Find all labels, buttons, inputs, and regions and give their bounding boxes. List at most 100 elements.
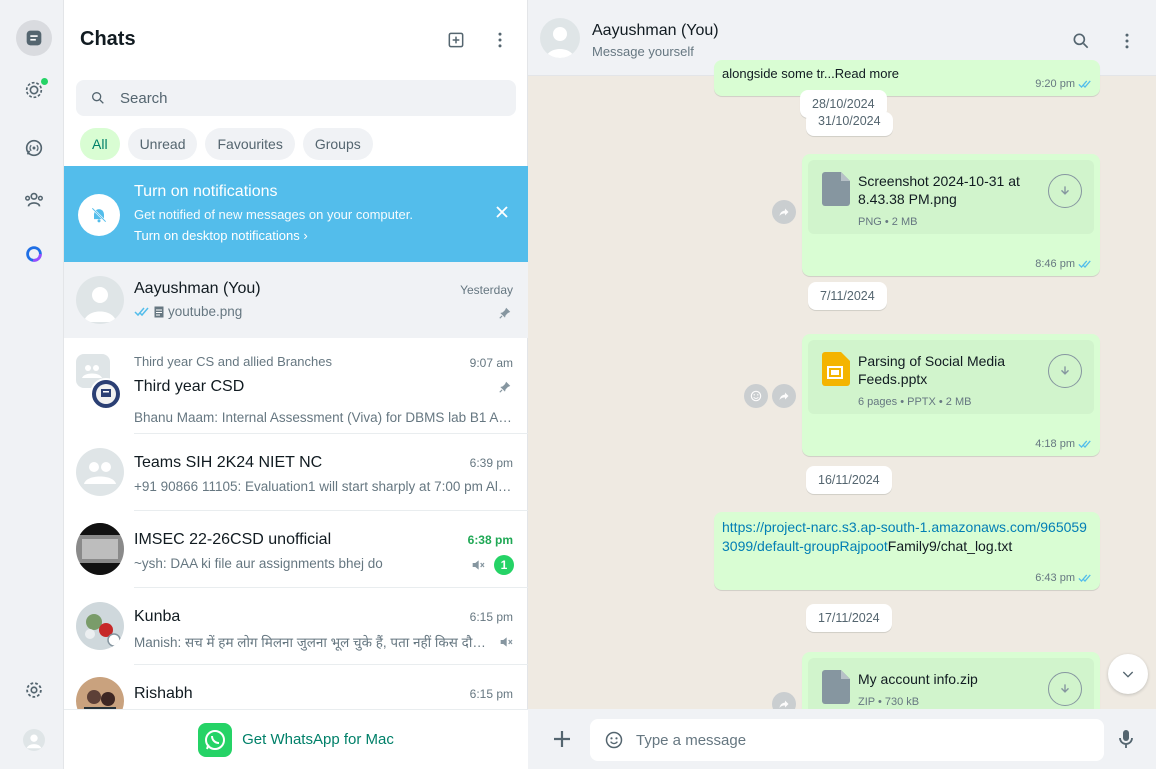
chat-row-imsec[interactable]: IMSEC 22-26CSD unofficial 6:38 pm ~ysh: … — [64, 511, 528, 588]
download-icon[interactable] — [1048, 354, 1082, 388]
avatar — [76, 276, 124, 324]
file-message[interactable]: Parsing of Social Media Feeds.pptx 6 pag… — [802, 334, 1100, 456]
double-check-icon — [134, 307, 149, 317]
pin-icon — [499, 381, 511, 393]
close-icon[interactable] — [492, 202, 512, 222]
pin-icon — [499, 307, 511, 319]
chat-preview: ~ysh: DAA ki file aur assignments bhej d… — [134, 556, 383, 571]
profile-icon[interactable] — [16, 722, 52, 758]
chat-name: Third year CSD — [134, 378, 245, 395]
link-message[interactable]: https://project-narc.s3.ap-south-1.amazo… — [714, 512, 1100, 590]
status-unread-dot — [41, 78, 48, 85]
chat-row-aayushman[interactable]: Aayushman (You) Yesterday youtube.png — [64, 262, 528, 338]
status-icon[interactable] — [16, 72, 52, 108]
chat-row-third-year-csd[interactable]: Third year CS and allied Branches 9:07 a… — [64, 338, 528, 434]
communities-icon[interactable] — [16, 182, 52, 218]
search-icon[interactable] — [1070, 30, 1092, 52]
chat-list-header: Chats — [64, 0, 528, 76]
file-meta: ZIP • 730 kB — [858, 696, 920, 708]
sticker-icon[interactable] — [604, 730, 624, 750]
new-chat-icon[interactable] — [444, 28, 468, 52]
filter-unread[interactable]: Unread — [127, 128, 198, 160]
file-name: My account info.zip — [858, 671, 978, 687]
chat-name: Teams SIH 2K24 NIET NC — [134, 454, 323, 471]
search-input[interactable] — [120, 89, 480, 107]
file-name: Parsing of Social Media Feeds.pptx — [858, 353, 1006, 387]
chat-preview-text: youtube.png — [168, 304, 243, 319]
unread-badge: 1 — [494, 555, 514, 575]
muted-speaker-icon — [472, 560, 485, 570]
enable-notifications-link[interactable]: Turn on desktop notifications › — [134, 228, 308, 243]
menu-icon[interactable] — [1116, 30, 1138, 52]
forward-icon[interactable] — [772, 384, 796, 408]
react-emoji-icon[interactable] — [744, 384, 768, 408]
double-check-icon — [1078, 574, 1091, 583]
download-icon[interactable] — [1048, 672, 1082, 706]
message-time: 8:46 pm — [1035, 258, 1092, 270]
double-check-icon — [1078, 440, 1091, 449]
file-card[interactable]: Screenshot 2024-10-31 at 8.43.38 PM.png … — [808, 160, 1094, 234]
avatar — [76, 677, 124, 709]
message-input[interactable] — [636, 731, 1076, 749]
message-text: https://project-narc.s3.ap-south-1.amazo… — [722, 518, 1092, 556]
chat-preview: youtube.png — [134, 304, 514, 319]
document-icon — [822, 172, 850, 206]
avatar — [76, 602, 124, 650]
muted-speaker-icon — [500, 637, 513, 647]
notification-title: Turn on notifications — [134, 183, 278, 200]
community-name: Third year CS and allied Branches — [134, 354, 332, 369]
chats-icon[interactable] — [16, 20, 52, 56]
notification-banner[interactable]: Turn on notifications Get notified of ne… — [64, 166, 528, 262]
file-name: Screenshot 2024-10-31 at 8.43.38 PM.png — [858, 173, 1020, 207]
slides-icon — [822, 352, 850, 386]
document-icon — [154, 306, 164, 317]
date-separator: 17/11/2024 — [806, 604, 892, 632]
page-title: Chats — [80, 28, 136, 50]
message-bubble[interactable]: alongside some tr...Read more 9:20 pm — [714, 60, 1100, 96]
forward-icon[interactable] — [772, 200, 796, 224]
contact-name: Aayushman (You) — [592, 22, 719, 39]
chat-row-rishabh[interactable]: Rishabh 6:15 pm — [64, 665, 528, 709]
chevron-down-icon — [1122, 671, 1134, 678]
contact-avatar[interactable] — [540, 18, 580, 58]
filter-favourites[interactable]: Favourites — [205, 128, 295, 160]
date-separator: 7/11/2024 — [808, 282, 887, 310]
chat-preview: Manish: सच में हम लोग मिलना जुलना भूल चु… — [134, 635, 486, 650]
settings-icon[interactable] — [16, 672, 52, 708]
file-message[interactable]: Screenshot 2024-10-31 at 8.43.38 PM.png … — [802, 154, 1100, 276]
microphone-icon[interactable] — [1114, 727, 1138, 751]
file-meta: 6 pages • PPTX • 2 MB — [858, 396, 972, 408]
chat-time: 6:39 pm — [469, 456, 513, 470]
meta-ai-icon[interactable] — [16, 236, 52, 272]
message-input-box — [590, 719, 1104, 761]
search-bar — [76, 80, 516, 116]
chat-filters: All Unread Favourites Groups — [80, 128, 373, 160]
get-whatsapp-mac-link[interactable]: Get WhatsApp for Mac — [242, 731, 394, 748]
date-separator: 16/11/2024 — [806, 466, 892, 494]
whatsapp-logo-icon — [198, 722, 233, 757]
download-icon[interactable] — [1048, 174, 1082, 208]
get-whatsapp-mac-banner[interactable]: Get WhatsApp for Mac — [64, 709, 528, 769]
chat-time: 6:15 pm — [469, 610, 513, 624]
chat-time: 6:15 pm — [469, 687, 513, 701]
chat-name: Rishabh — [134, 685, 193, 702]
message-time: 4:18 pm — [1035, 438, 1092, 450]
conversation-panel: Aayushman (You) Message yourself alongsi… — [528, 0, 1156, 769]
double-check-icon — [1078, 260, 1091, 269]
menu-icon[interactable] — [488, 28, 512, 52]
muted-bell-icon — [78, 194, 120, 236]
message-time: 6:43 pm — [1035, 572, 1092, 584]
chat-list-panel: Chats All Unread Favourites Groups Turn … — [64, 0, 528, 769]
message-time: 9:20 pm — [1035, 78, 1092, 90]
channels-icon[interactable] — [16, 130, 52, 166]
chat-row-teams-sih[interactable]: Teams SIH 2K24 NIET NC 6:39 pm +91 90866… — [64, 434, 528, 511]
date-separator: 31/10/2024 — [806, 112, 893, 136]
attach-plus-icon[interactable] — [550, 727, 574, 751]
filter-groups[interactable]: Groups — [302, 128, 373, 160]
file-meta: PNG • 2 MB — [858, 216, 918, 228]
scroll-to-bottom-button[interactable] — [1108, 654, 1148, 694]
file-card[interactable]: Parsing of Social Media Feeds.pptx 6 pag… — [808, 340, 1094, 414]
message-link-rest: Family9/chat_log.txt — [887, 538, 1013, 554]
chat-row-kunba[interactable]: Kunba 6:15 pm Manish: सच में हम लोग मिलन… — [64, 588, 528, 665]
filter-all[interactable]: All — [80, 128, 120, 160]
